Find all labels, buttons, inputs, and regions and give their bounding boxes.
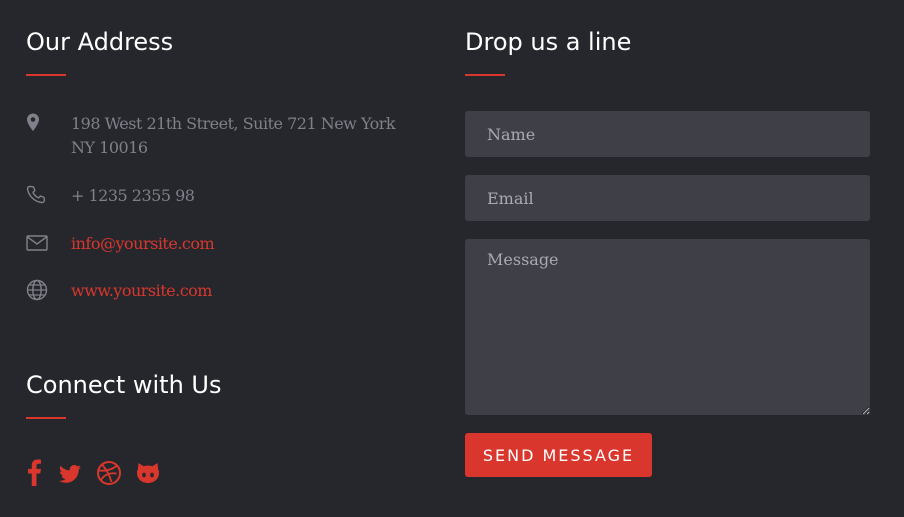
address-item: 198 West 21th Street, Suite 721 New York… — [26, 112, 426, 162]
globe-icon — [26, 279, 48, 301]
phone-icon — [26, 184, 48, 206]
mail-icon — [26, 232, 48, 254]
phone-item: + 1235 2355 98 — [26, 184, 426, 208]
connect-heading: Connect with Us — [26, 371, 222, 399]
form-heading: Drop us a line — [465, 28, 632, 56]
twitter-icon[interactable] — [57, 458, 85, 488]
name-input[interactable] — [465, 111, 870, 157]
connect-heading-underline — [26, 417, 66, 419]
address-heading: Our Address — [26, 28, 174, 56]
address-heading-underline — [26, 74, 66, 76]
email-item[interactable]: info@yoursite.com — [26, 232, 426, 256]
github-icon[interactable] — [135, 458, 163, 488]
map-pin-icon — [26, 112, 48, 134]
dribbble-icon[interactable] — [96, 458, 124, 488]
form-heading-underline — [465, 74, 505, 76]
address-text: 198 West 21th Street, Suite 721 New York… — [71, 114, 396, 157]
message-textarea[interactable] — [465, 239, 870, 415]
phone-text: + 1235 2355 98 — [71, 186, 195, 205]
website-link[interactable]: www.yoursite.com — [71, 279, 411, 303]
facebook-icon[interactable] — [26, 458, 54, 488]
email-link[interactable]: info@yoursite.com — [71, 232, 411, 256]
send-message-button[interactable]: SEND MESSAGE — [465, 433, 652, 477]
website-item[interactable]: www.yoursite.com — [26, 279, 426, 303]
email-input[interactable] — [465, 175, 870, 221]
